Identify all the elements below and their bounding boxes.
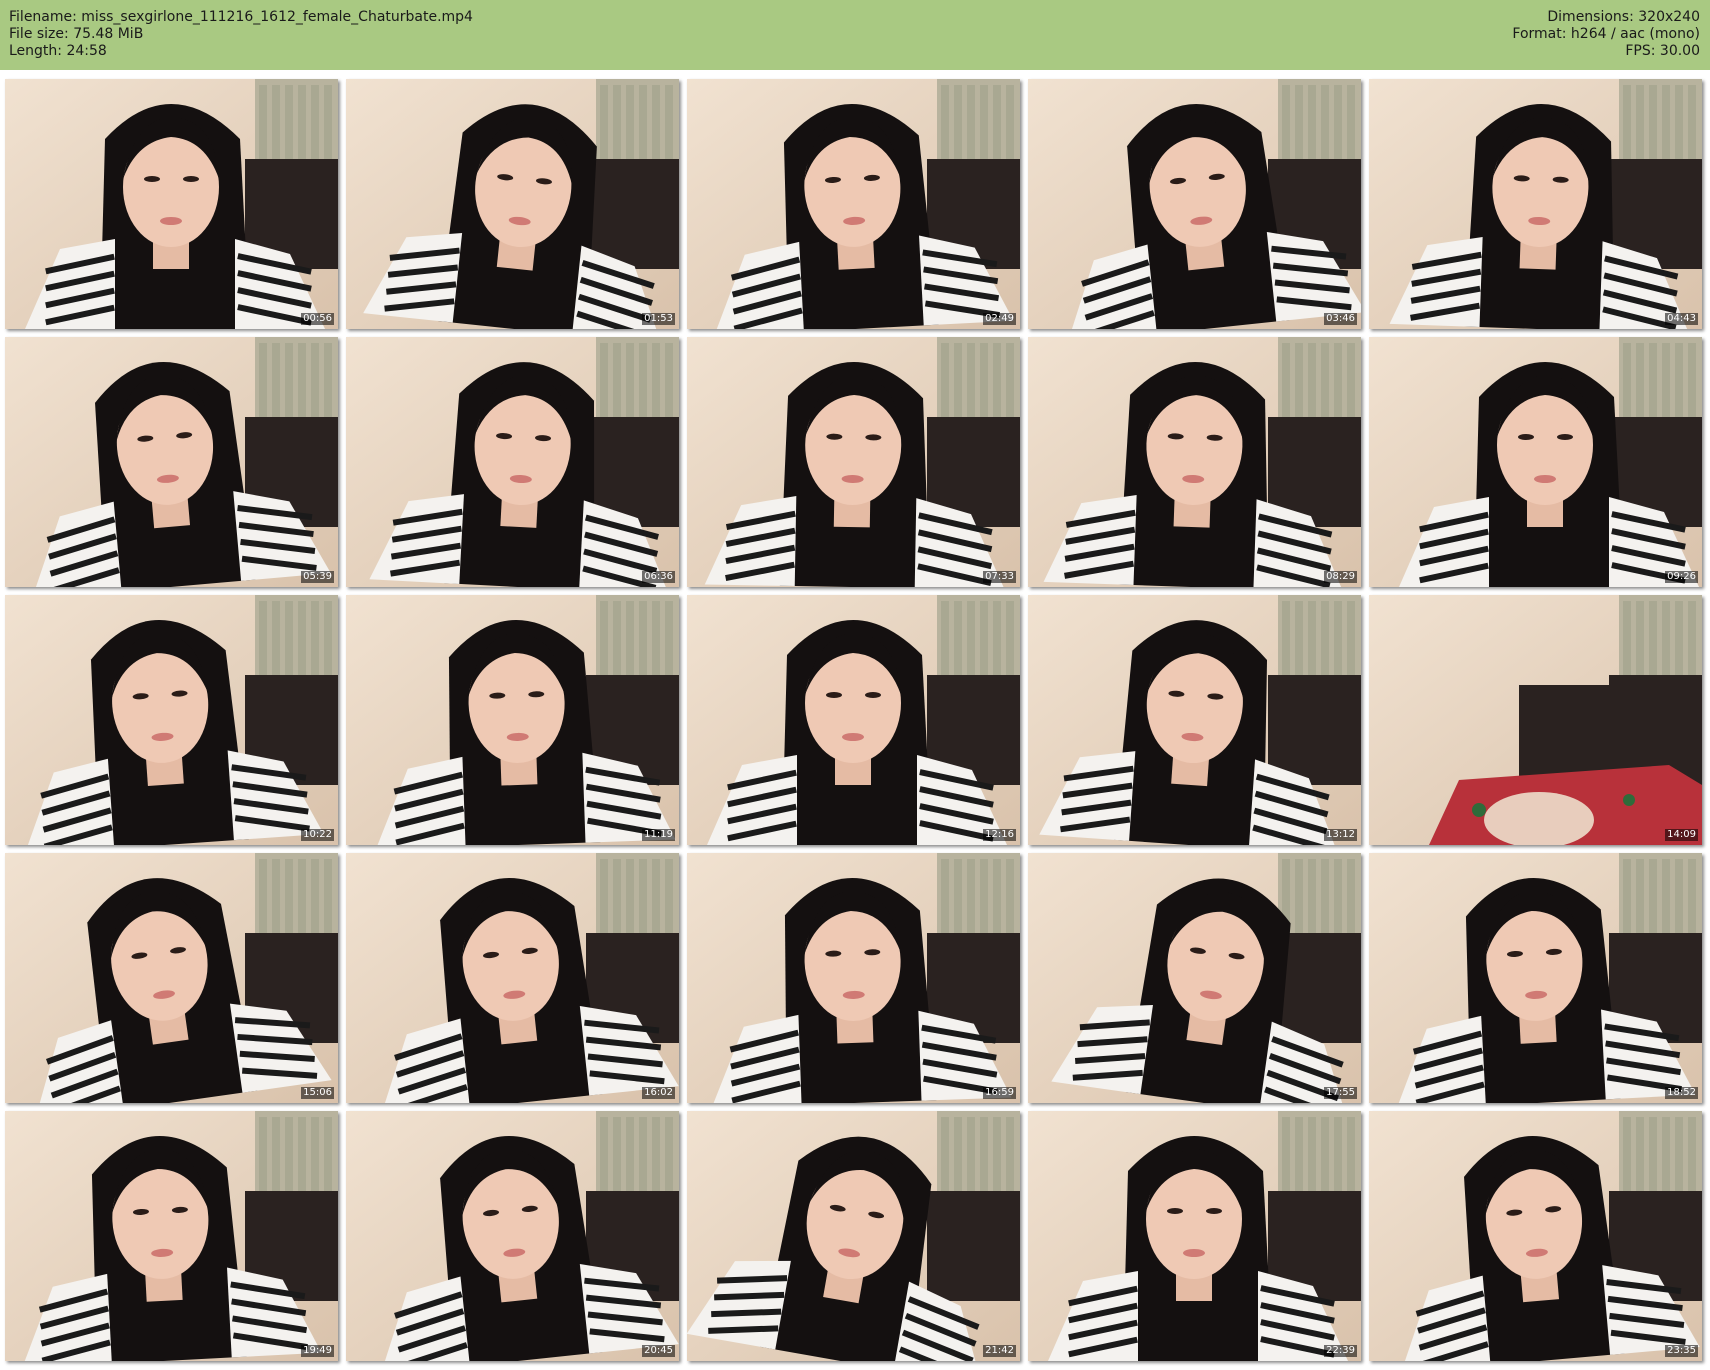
meta-left: Filename: miss_sexgirlone_111216_1612_fe… xyxy=(9,9,473,60)
frame-timestamp: 05:39 xyxy=(301,571,334,583)
frame-timestamp: 01:53 xyxy=(642,313,675,325)
video-frame-thumbnail: 23:35 xyxy=(1369,1111,1702,1361)
video-frame-thumbnail: 07:33 xyxy=(687,337,1020,587)
video-frame-thumbnail: 13:12 xyxy=(1028,595,1361,845)
video-frame-thumbnail: 16:59 xyxy=(687,853,1020,1103)
frame-timestamp: 12:16 xyxy=(983,829,1016,841)
frame-timestamp: 13:12 xyxy=(1324,829,1357,841)
frame-timestamp: 20:45 xyxy=(642,1345,675,1357)
frame-timestamp: 11:19 xyxy=(642,829,675,841)
frame-timestamp: 08:29 xyxy=(1324,571,1357,583)
video-frame-thumbnail: 05:39 xyxy=(5,337,338,587)
frame-timestamp: 21:42 xyxy=(983,1345,1016,1357)
video-frame-thumbnail: 16:02 xyxy=(346,853,679,1103)
video-frame-thumbnail: 08:29 xyxy=(1028,337,1361,587)
video-frame-thumbnail: 21:42 xyxy=(687,1111,1020,1361)
dimensions-label: Dimensions: 320x240 xyxy=(1547,9,1700,25)
info-header: Filename: miss_sexgirlone_111216_1612_fe… xyxy=(0,0,1710,70)
video-frame-thumbnail: 03:46 xyxy=(1028,79,1361,329)
frame-timestamp: 04:43 xyxy=(1665,313,1698,325)
video-frame-thumbnail: 02:49 xyxy=(687,79,1020,329)
video-frame-thumbnail: 09:26 xyxy=(1369,337,1702,587)
video-frame-thumbnail: 17:55 xyxy=(1028,853,1361,1103)
filename-label: Filename: miss_sexgirlone_111216_1612_fe… xyxy=(9,9,473,25)
video-frame-thumbnail: 01:53 xyxy=(346,79,679,329)
video-frame-thumbnail: 06:36 xyxy=(346,337,679,587)
video-frame-thumbnail: 14:09 xyxy=(1369,595,1702,845)
video-frame-thumbnail: 15:06 xyxy=(5,853,338,1103)
video-frame-thumbnail: 12:16 xyxy=(687,595,1020,845)
meta-right: Dimensions: 320x240 Format: h264 / aac (… xyxy=(1512,9,1700,60)
frame-timestamp: 19:49 xyxy=(301,1345,334,1357)
filesize-label: File size: 75.48 MiB xyxy=(9,26,144,42)
frame-timestamp: 07:33 xyxy=(983,571,1016,583)
video-frame-thumbnail: 10:22 xyxy=(5,595,338,845)
format-label: Format: h264 / aac (mono) xyxy=(1512,26,1700,42)
thumbnail-grid: 00:56 01:53 02:49 03:46 04:43 05:39 06:36 07:33… xyxy=(5,79,1702,1361)
frame-timestamp: 06:36 xyxy=(642,571,675,583)
frame-timestamp: 00:56 xyxy=(301,313,334,325)
frame-timestamp: 22:39 xyxy=(1324,1345,1357,1357)
video-frame-thumbnail: 04:43 xyxy=(1369,79,1702,329)
frame-timestamp: 15:06 xyxy=(301,1087,334,1099)
video-frame-thumbnail: 22:39 xyxy=(1028,1111,1361,1361)
frame-timestamp: 18:52 xyxy=(1665,1087,1698,1099)
fps-label: FPS: 30.00 xyxy=(1625,43,1700,59)
video-frame-thumbnail: 19:49 xyxy=(5,1111,338,1361)
frame-timestamp: 14:09 xyxy=(1665,829,1698,841)
frame-timestamp: 16:02 xyxy=(642,1087,675,1099)
frame-timestamp: 10:22 xyxy=(301,829,334,841)
frame-timestamp: 17:55 xyxy=(1324,1087,1357,1099)
frame-timestamp: 09:26 xyxy=(1665,571,1698,583)
frame-timestamp: 16:59 xyxy=(983,1087,1016,1099)
video-frame-thumbnail: 11:19 xyxy=(346,595,679,845)
frame-timestamp: 03:46 xyxy=(1324,313,1357,325)
video-frame-thumbnail: 20:45 xyxy=(346,1111,679,1361)
frame-timestamp: 23:35 xyxy=(1665,1345,1698,1357)
length-label: Length: 24:58 xyxy=(9,43,107,59)
frame-timestamp: 02:49 xyxy=(983,313,1016,325)
video-frame-thumbnail: 18:52 xyxy=(1369,853,1702,1103)
video-frame-thumbnail: 00:56 xyxy=(5,79,338,329)
